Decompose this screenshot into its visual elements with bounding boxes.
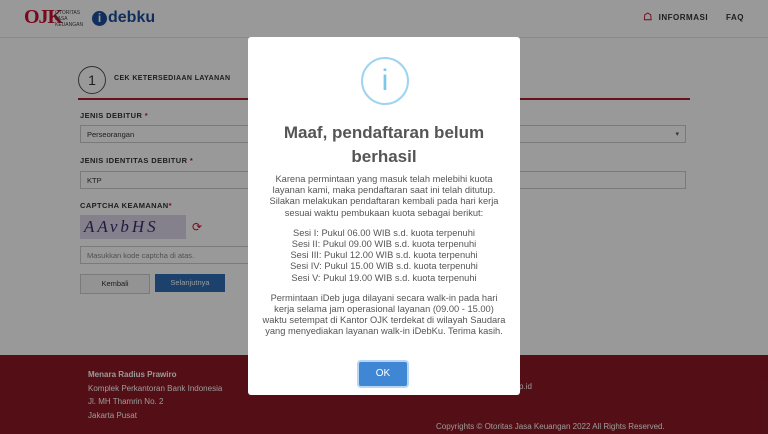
ok-button[interactable]: OK: [359, 362, 407, 386]
info-icon: i: [361, 57, 409, 105]
session-item: Sesi IV: Pukul 15.00 WIB s.d. kuota terp…: [290, 261, 478, 272]
modal-session-list: Sesi I: Pukul 06.00 WIB s.d. kuota terpe…: [262, 228, 506, 284]
page: OJK OTORITAS JASA KEUANGAN i debku ☖ INFOR…: [0, 0, 768, 434]
session-item: Sesi V: Pukul 19.00 WIB s.d. kuota terpe…: [291, 272, 477, 283]
session-item: Sesi III: Pukul 12.00 WIB s.d. kuota ter…: [290, 250, 478, 261]
modal-title: Maaf, pendaftaran belum berhasil: [283, 123, 485, 166]
modal-paragraph-intro: Karena permintaan yang masuk telah meleb…: [269, 174, 499, 218]
modal-paragraph-walkin: Permintaan iDeb juga dilayani secara wal…: [262, 292, 506, 337]
error-modal: i Maaf, pendaftaran belum berhasil Karen…: [248, 37, 520, 395]
modal-body: Karena permintaan yang masuk telah meleb…: [262, 174, 506, 347]
session-item: Sesi II: Pukul 09.00 WIB s.d. kuota terp…: [291, 239, 477, 250]
session-item: Sesi I: Pukul 06.00 WIB s.d. kuota terpe…: [293, 227, 475, 238]
